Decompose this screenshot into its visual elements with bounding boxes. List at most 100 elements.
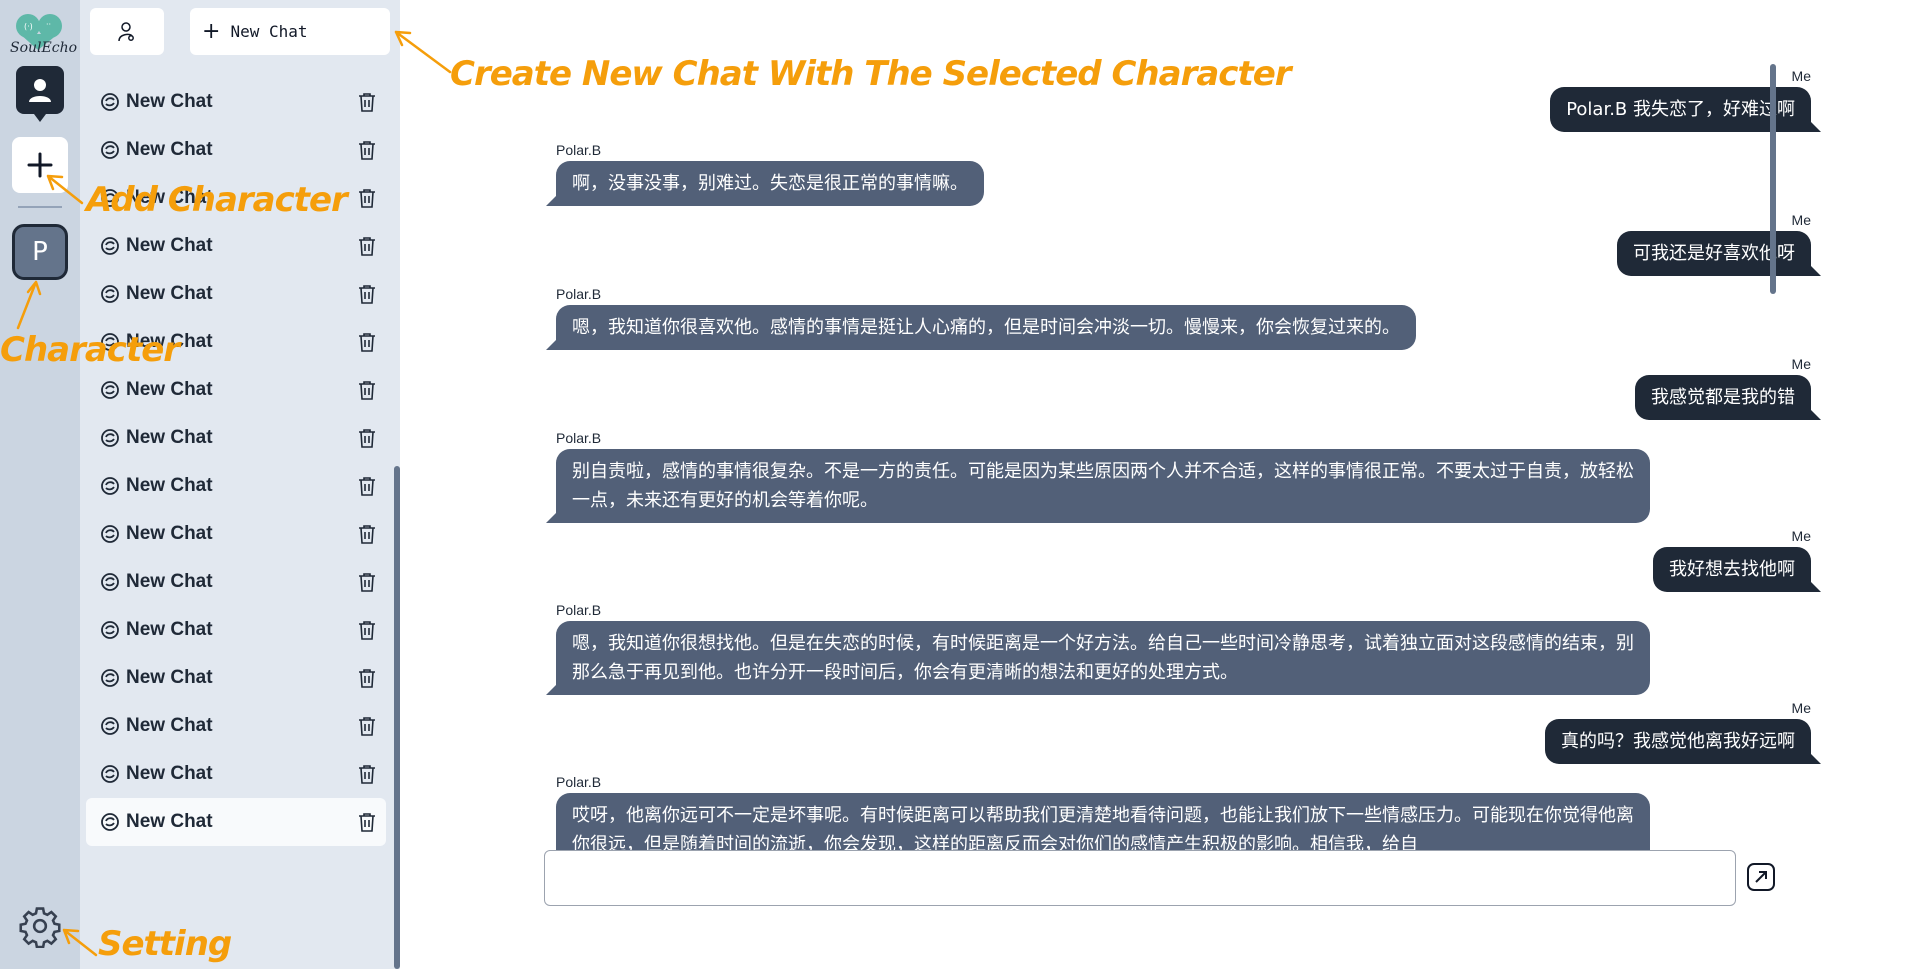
trash-icon[interactable] — [358, 620, 376, 640]
chat-item-label: New Chat — [126, 763, 213, 784]
message-input[interactable] — [544, 850, 1736, 906]
chat-item-label: New Chat — [126, 667, 213, 688]
user-search-icon — [118, 21, 134, 41]
message-sender: Me — [1791, 700, 1811, 716]
trash-icon[interactable] — [358, 764, 376, 784]
trash-icon[interactable] — [358, 524, 376, 544]
chat-item-label: New Chat — [126, 715, 213, 736]
message-bubble: 别自责啦，感情的事情很复杂。不是一方的责任。可能是因为某些原因两个人并不合适，这… — [546, 449, 1650, 523]
trash-icon[interactable] — [358, 716, 376, 736]
user-message: Me 可我还是好喜欢他呀 — [1617, 212, 1821, 276]
chat-list-item[interactable]: New Chat — [86, 510, 386, 558]
user-profile-button[interactable] — [16, 66, 64, 122]
annotation-setting: Setting — [98, 924, 232, 964]
trash-icon[interactable] — [358, 476, 376, 496]
chat-icon — [100, 92, 120, 112]
chat-list-item[interactable]: New Chat — [86, 414, 386, 462]
chat-item-label: New Chat — [126, 523, 213, 544]
gear-icon — [19, 907, 61, 948]
chat-item-label: New Chat — [126, 235, 213, 256]
bot-message: Polar.B 嗯，我知道你很想找他。但是在失恋的时候，有时候距离是一个好方法。给… — [546, 602, 1650, 695]
chat-icon — [100, 668, 120, 688]
message-sender: Me — [1791, 528, 1811, 544]
message-sender: Polar.B — [556, 286, 602, 302]
message-bubble: 我好想去找他啊 — [1653, 547, 1821, 592]
chat-item-label: New Chat — [126, 475, 213, 496]
message-bubble: 可我还是好喜欢他呀 — [1617, 231, 1821, 276]
character-avatar-button[interactable]: P — [12, 224, 68, 280]
character-info-button[interactable] — [90, 8, 164, 55]
chat-icon — [100, 284, 120, 304]
trash-icon[interactable] — [358, 572, 376, 592]
send-button[interactable] — [1746, 862, 1776, 892]
rail-divider — [18, 206, 62, 208]
trash-icon[interactable] — [358, 428, 376, 448]
user-message: Me 真的吗？我感觉他离我好远啊 — [1545, 700, 1821, 764]
trash-icon[interactable] — [358, 284, 376, 304]
message-sender: Polar.B — [556, 774, 602, 790]
app-name: SoulEcho — [10, 40, 78, 56]
chat-list-item[interactable]: New Chat — [86, 126, 386, 174]
chat-list-item[interactable]: New Chat — [86, 558, 386, 606]
add-character-button[interactable] — [12, 137, 68, 193]
svg-text:··: ·· — [46, 20, 51, 29]
chat-icon — [100, 764, 120, 784]
message-sender: Polar.B — [556, 142, 602, 158]
message-bubble: 啊，没事没事，别难过。失恋是很正常的事情嘛。 — [546, 161, 984, 206]
chat-item-label: New Chat — [126, 91, 213, 112]
trash-icon[interactable] — [358, 812, 376, 832]
trash-icon[interactable] — [358, 188, 376, 208]
chat-list-item[interactable]: New Chat — [86, 750, 386, 798]
chat-area: Me Polar.B 我失恋了，好难过啊 Polar.B 啊，没事没事，别难过。失恋是… — [400, 0, 1919, 969]
message-sender: Polar.B — [556, 430, 602, 446]
message-sender: Polar.B — [556, 602, 602, 618]
message-scrollbar[interactable] — [1770, 64, 1776, 294]
user-message: Me 我好想去找他啊 — [1653, 528, 1821, 592]
plus-icon — [27, 152, 53, 178]
chat-icon — [100, 572, 120, 592]
trash-icon[interactable] — [358, 668, 376, 688]
message-sender: Me — [1791, 356, 1811, 372]
chat-list-item[interactable]: New Chat — [86, 222, 386, 270]
character-initial: P — [32, 237, 48, 267]
bot-message: Polar.B 别自责啦，感情的事情很复杂。不是一方的责任。可能是因为某些原因两个… — [546, 430, 1650, 523]
chat-icon — [100, 380, 120, 400]
chat-icon — [100, 476, 120, 496]
user-icon — [29, 79, 51, 102]
chat-item-label: New Chat — [126, 427, 213, 448]
annotation-add-character: Add Character — [86, 180, 348, 220]
svg-text:(·): (·) — [24, 22, 33, 31]
chat-list-item[interactable]: New Chat — [86, 702, 386, 750]
settings-button[interactable] — [14, 900, 66, 952]
panel-toolbar: + New Chat — [80, 0, 400, 62]
trash-icon[interactable] — [358, 140, 376, 160]
chat-item-label: New Chat — [126, 571, 213, 592]
chat-list-item[interactable]: New Chat — [86, 78, 386, 126]
message-bubble: 嗯，我知道你很喜欢他。感情的事情是挺让人心痛的，但是时间会冲淡一切。慢慢来，你会… — [546, 305, 1416, 350]
send-icon — [1747, 863, 1775, 891]
chat-item-label: New Chat — [126, 811, 213, 832]
trash-icon[interactable] — [358, 92, 376, 112]
message-bubble: 嗯，我知道你很想找他。但是在失恋的时候，有时候距离是一个好方法。给自己一些时间冷… — [546, 621, 1650, 695]
chat-list-item[interactable]: New Chat — [86, 462, 386, 510]
chat-item-label: New Chat — [126, 283, 213, 304]
chat-list-item[interactable]: New Chat — [86, 654, 386, 702]
chat-icon — [100, 428, 120, 448]
chat-icon — [100, 236, 120, 256]
message-list: Me Polar.B 我失恋了，好难过啊 Polar.B 啊，没事没事，别难过。失恋是… — [400, 0, 1919, 850]
chat-item-label: New Chat — [126, 379, 213, 400]
chat-list-item[interactable]: New Chat — [86, 270, 386, 318]
chat-list-item[interactable]: New Chat — [86, 798, 386, 846]
plus-icon: + — [202, 19, 221, 44]
trash-icon[interactable] — [358, 380, 376, 400]
message-bubble: 真的吗？我感觉他离我好远啊 — [1545, 719, 1821, 764]
chat-item-label: New Chat — [126, 619, 213, 640]
chat-list-item[interactable]: New Chat — [86, 366, 386, 414]
chat-list-item[interactable]: New Chat — [86, 606, 386, 654]
chat-icon — [100, 716, 120, 736]
new-chat-button[interactable]: + New Chat — [190, 8, 390, 55]
bot-message: Polar.B 哎呀，他离你远可不一定是坏事呢。有时候距离可以帮助我们更清楚地看待… — [556, 774, 1650, 850]
bot-message: Polar.B 嗯，我知道你很喜欢他。感情的事情是挺让人心痛的，但是时间会冲淡一切… — [546, 286, 1416, 350]
trash-icon[interactable] — [358, 236, 376, 256]
trash-icon[interactable] — [358, 332, 376, 352]
